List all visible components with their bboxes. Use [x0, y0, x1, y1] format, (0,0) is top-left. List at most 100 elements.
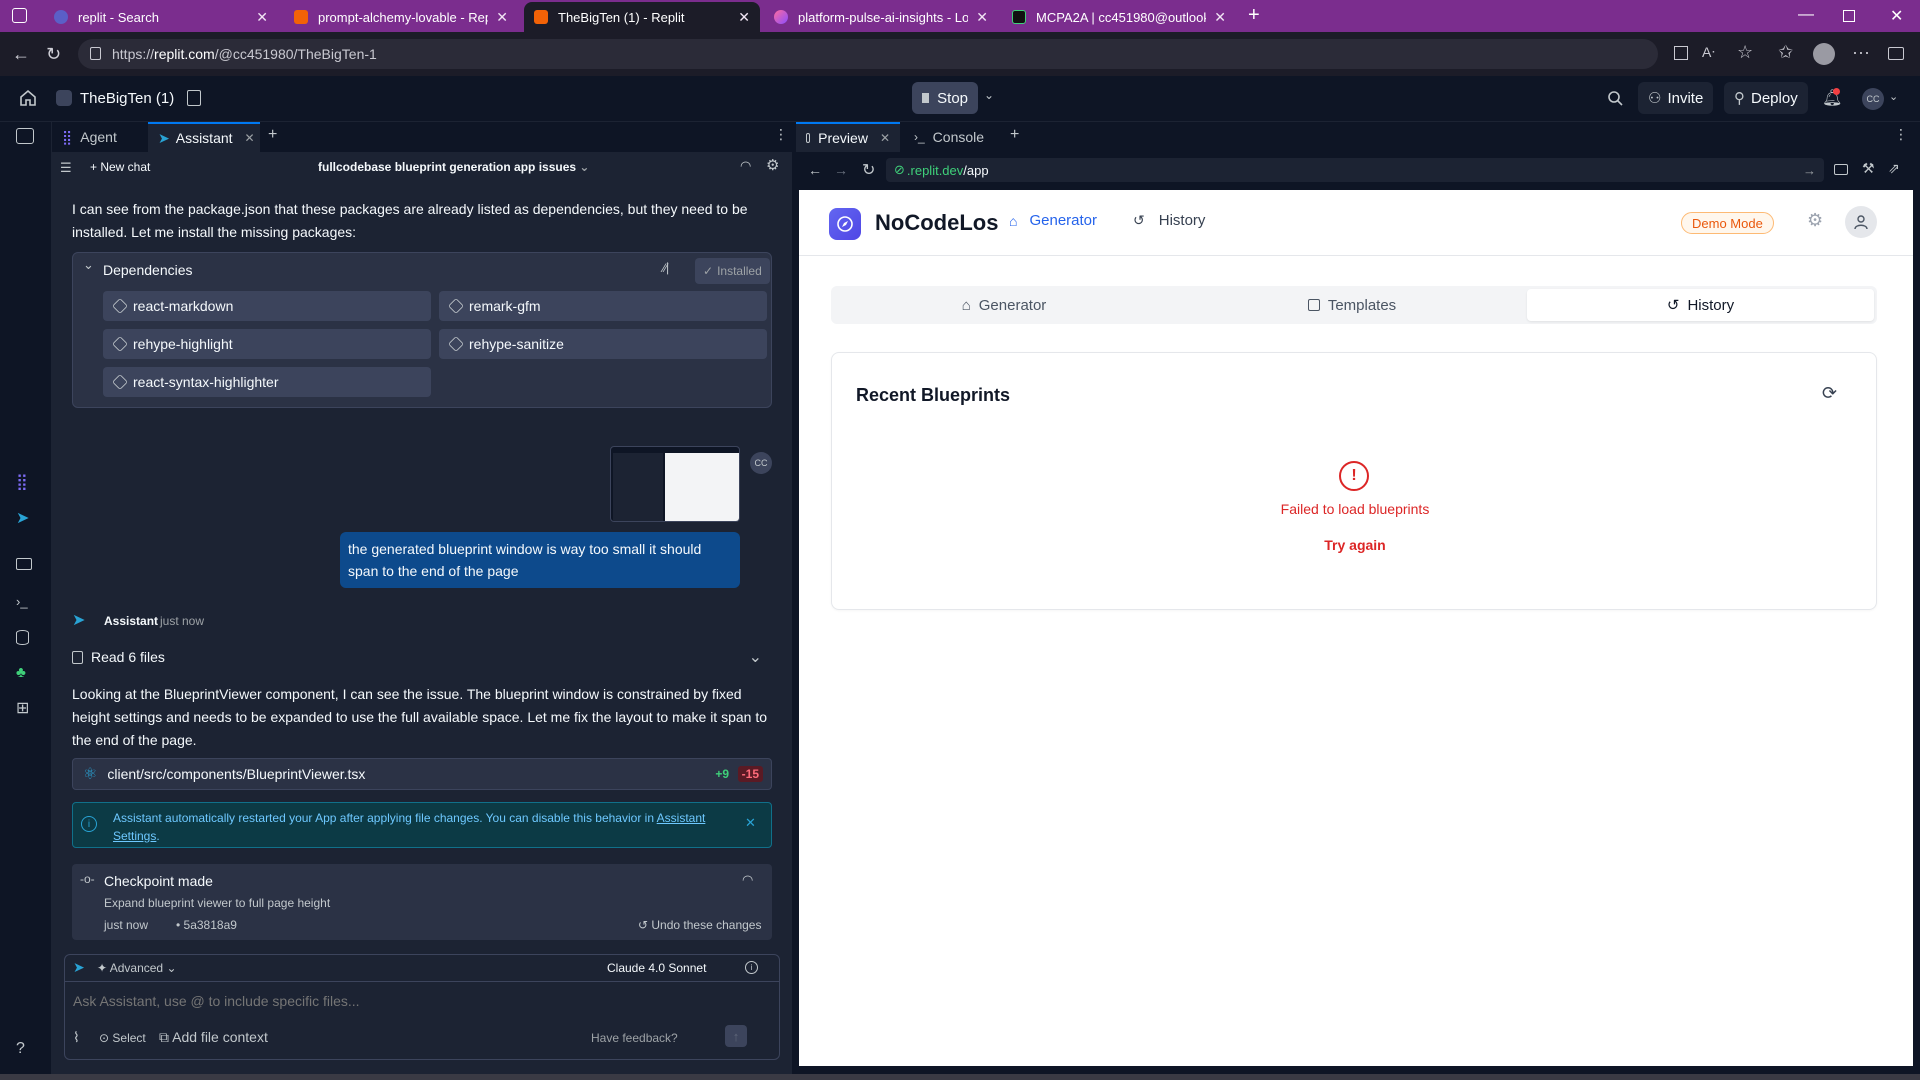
add-file-context-button[interactable]: ⧉ Add file context — [159, 1029, 268, 1046]
favorite-star-icon[interactable]: ☆ — [1737, 42, 1753, 63]
favorites-icon[interactable]: ✩ — [1778, 42, 1793, 63]
user-avatar[interactable]: CC — [1862, 88, 1884, 110]
reload-icon[interactable]: ↻ — [46, 44, 61, 65]
explorer-icon[interactable] — [16, 128, 34, 144]
preview-icon[interactable] — [16, 558, 32, 570]
project-name[interactable]: TheBigTen (1) — [80, 87, 174, 110]
preview-forward-icon[interactable]: → — [834, 162, 848, 178]
site-info-icon[interactable] — [90, 47, 101, 60]
model-info-icon[interactable]: i — [745, 961, 758, 974]
deploy-button[interactable]: ⚲ Deploy — [1724, 82, 1808, 114]
undo-changes-button[interactable]: ↺ Undo these changes — [638, 918, 761, 932]
select-element-button[interactable]: ⊙ Select — [99, 1031, 146, 1045]
new-chat-button[interactable]: + New chat — [90, 160, 150, 174]
tab-generator[interactable]: ⌂ Generator — [831, 286, 1177, 324]
close-icon[interactable]: ✕ — [496, 9, 508, 26]
mode-selector[interactable]: ✦ Advanced ⌄ — [97, 961, 177, 975]
shell-icon[interactable]: ›_ — [16, 594, 36, 614]
dismiss-notice-icon[interactable]: ✕ — [745, 815, 756, 831]
tab-console[interactable]: ›_ Console — [904, 122, 1004, 152]
panel-menu-icon[interactable]: ⋮ — [1894, 126, 1908, 143]
preview-url-bar[interactable]: ⊘ .replit.dev/app → — [886, 158, 1824, 182]
all-tools-icon[interactable]: ⊞ — [16, 698, 36, 718]
tab-assistant[interactable]: ➤ Assistant ✕ — [148, 122, 260, 152]
run-options-chevron-icon[interactable]: ⌄ — [984, 88, 994, 102]
panel-menu-icon[interactable]: ⋮ — [774, 126, 788, 143]
collapse-chevron-icon[interactable]: ⌄ — [83, 257, 94, 273]
open-new-window-icon[interactable]: ⇗ — [1888, 160, 1900, 177]
stop-button[interactable]: Stop — [912, 82, 978, 114]
model-label[interactable]: Claude 4.0 Sonnet — [607, 961, 706, 975]
minimize-icon[interactable]: — — [1798, 6, 1814, 24]
search-icon[interactable] — [1607, 90, 1623, 106]
nav-history[interactable]: ↺ History — [1133, 212, 1205, 229]
link-icon: ⊘ — [894, 162, 905, 177]
close-tab-icon[interactable]: ✕ — [245, 131, 255, 145]
browser-tab-platform-pulse[interactable]: platform-pulse-ai-insights - Lovable ✕ — [764, 2, 998, 32]
home-icon[interactable] — [18, 88, 38, 108]
avatar-chevron-icon[interactable]: ⌄ — [1889, 90, 1898, 103]
feedback-link[interactable]: Have feedback? — [591, 1031, 678, 1045]
try-again-button[interactable]: Try again — [1324, 537, 1385, 553]
app-settings-gear-icon[interactable]: ⚙ — [1807, 210, 1823, 231]
profile-avatar[interactable] — [1813, 43, 1835, 65]
browser-tab-search[interactable]: replit - Search ✕ — [44, 2, 278, 32]
add-tab-icon[interactable]: + — [268, 126, 277, 144]
attach-paperclip-icon[interactable]: ⌇ — [73, 1029, 80, 1046]
secrets-icon[interactable]: ♣ — [16, 664, 36, 684]
close-icon[interactable]: ✕ — [1214, 9, 1226, 26]
sidebar-toggle-icon[interactable] — [1888, 47, 1904, 60]
file-change-row[interactable]: ⚛ client/src/components/BlueprintViewer.… — [72, 758, 772, 790]
close-icon[interactable]: ✕ — [738, 9, 750, 26]
apps-grid-icon[interactable]: ⣿ — [16, 472, 36, 492]
info-icon: i — [81, 816, 97, 832]
nav-generator[interactable]: ⌂ Generator — [1009, 212, 1097, 229]
usage-gauge-icon[interactable]: ◠ — [740, 158, 751, 174]
more-icon[interactable]: ··· — [1852, 42, 1870, 63]
chat-title[interactable]: fullcodebase blueprint generation app is… — [318, 160, 589, 174]
settings-gear-icon[interactable]: ⚙ — [766, 156, 779, 174]
send-button[interactable]: ↑ — [725, 1025, 747, 1047]
tab-agent[interactable]: ⣿ Agent — [52, 122, 146, 152]
close-icon[interactable]: ✕ — [976, 9, 988, 26]
devices-icon[interactable] — [1834, 164, 1848, 175]
rollback-gauge-icon[interactable]: ◠ — [742, 872, 753, 888]
app-install-icon[interactable] — [1674, 46, 1688, 60]
tab-actions-icon[interactable] — [12, 8, 27, 23]
preview-reload-icon[interactable]: ↻ — [862, 160, 875, 180]
help-icon[interactable]: ? — [16, 1040, 36, 1060]
close-icon[interactable]: ✕ — [256, 9, 268, 26]
tab-preview[interactable]: Preview ✕ — [796, 122, 900, 152]
read-files-row[interactable]: Read 6 files ⌄ — [72, 644, 772, 670]
read-aloud-icon[interactable]: Aᐧ — [1702, 44, 1715, 61]
browser-tab-mcpa2a[interactable]: MCPA2A | cc451980@outlook.com ✕ — [1002, 2, 1236, 32]
browser-tab-prompt-alchemy[interactable]: prompt-alchemy-lovable - Replit ✕ — [284, 2, 518, 32]
app-user-avatar-icon[interactable] — [1845, 206, 1877, 238]
close-tab-icon[interactable]: ✕ — [880, 131, 890, 145]
invite-button[interactable]: ⚇ Invite — [1638, 82, 1714, 114]
tab-templates[interactable]: Templates — [1179, 286, 1525, 324]
select-label: Select — [112, 1031, 146, 1045]
assistant-input[interactable] — [73, 989, 763, 1013]
close-window-icon[interactable]: ✕ — [1890, 6, 1903, 26]
devtools-wrench-icon[interactable]: ⚒ — [1862, 160, 1875, 177]
files-icon[interactable] — [187, 90, 201, 106]
attached-screenshot-thumbnail[interactable] — [610, 446, 740, 522]
refresh-icon[interactable]: ⟳ — [1822, 383, 1837, 404]
restore-icon[interactable] — [1843, 10, 1855, 22]
chat-list-icon[interactable]: ☰ — [60, 160, 72, 176]
new-chat-label: New chat — [100, 160, 151, 174]
back-icon[interactable]: ← — [12, 44, 30, 65]
new-tab-icon[interactable]: + — [1248, 4, 1260, 27]
browser-tab-thebigten[interactable]: TheBigTen (1) - Replit ✕ — [524, 2, 760, 32]
database-icon[interactable] — [16, 630, 29, 645]
app-brand[interactable]: NoCodeLos — [875, 210, 998, 236]
tab-history[interactable]: ↺ History — [1527, 289, 1874, 321]
assistant-icon[interactable]: ➤ — [16, 508, 36, 528]
add-tab-icon[interactable]: + — [1010, 126, 1019, 144]
package-item: react-markdown — [103, 291, 431, 321]
tab-label: History — [1687, 296, 1735, 314]
preview-back-icon[interactable]: ← — [808, 162, 822, 178]
address-bar[interactable]: https://replit.com/@cc451980/TheBigTen-1 — [78, 39, 1658, 69]
open-arrow-icon[interactable]: → — [1803, 163, 1816, 178]
